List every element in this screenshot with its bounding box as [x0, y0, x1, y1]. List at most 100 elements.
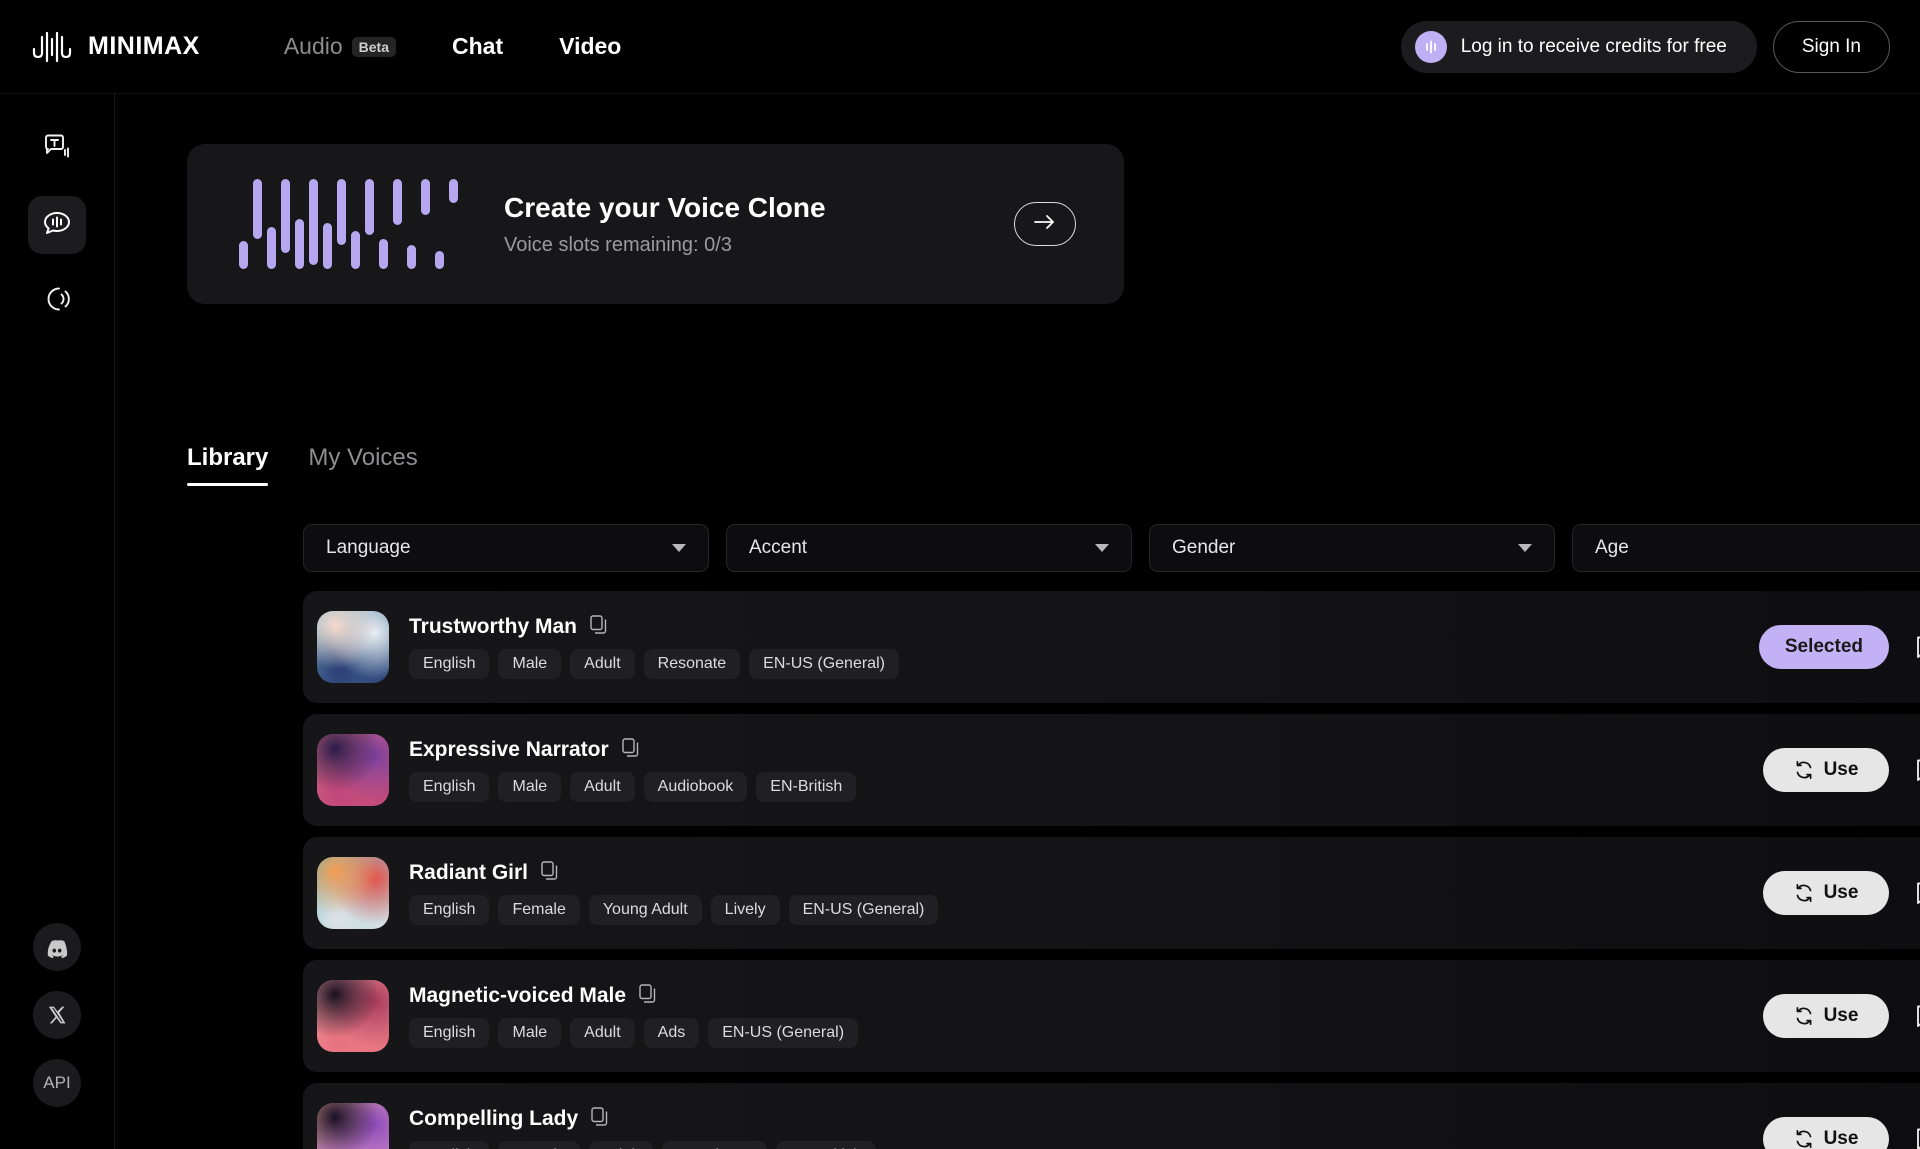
filter-age[interactable]: Age: [1572, 524, 1920, 572]
voice-chat-bubble-icon: [41, 207, 73, 244]
voice-use-button[interactable]: Use: [1763, 1117, 1889, 1149]
voice-row[interactable]: Radiant Girl English Female Young Adult Live…: [303, 837, 1920, 949]
bookmark-icon[interactable]: [1913, 1126, 1920, 1149]
brand-name: MINIMAX: [88, 32, 200, 60]
voice-use-button[interactable]: Use: [1763, 871, 1889, 915]
minimax-waveform-logo-icon: [30, 27, 74, 67]
waveform-bar: [365, 179, 374, 235]
bookmark-icon[interactable]: [1913, 1003, 1920, 1029]
voice-row[interactable]: Compelling Lady English Female Adult Broadca…: [303, 1083, 1920, 1149]
left-sidebar: API: [0, 94, 115, 1149]
brand-logo[interactable]: MINIMAX: [30, 27, 200, 67]
bookmark-icon[interactable]: [1913, 757, 1920, 783]
voice-clone-text: Create your Voice Clone Voice slots rema…: [504, 192, 1014, 257]
waveform-bar: [407, 245, 416, 269]
sidebar-item-text-to-speech[interactable]: [28, 120, 86, 178]
copy-icon[interactable]: [541, 861, 558, 885]
voice-tags: English Female Adult Broadcase EN-British: [409, 1141, 1763, 1149]
voice-clone-arrow-button[interactable]: [1014, 202, 1076, 246]
voice-name: Compelling Lady: [409, 1107, 579, 1130]
sidebar-social-links: API: [33, 923, 81, 1149]
voice-tag: Male: [498, 772, 562, 802]
beta-badge: Beta: [351, 36, 397, 57]
sidebar-item-voice-cloning[interactable]: [28, 272, 86, 330]
voice-row[interactable]: Trustworthy Man English Male Adult Resonate E…: [303, 591, 1920, 703]
copy-icon[interactable]: [621, 738, 639, 762]
bookmark-icon[interactable]: [1913, 880, 1920, 906]
voice-name-row: Expressive Narrator: [409, 738, 1763, 762]
voice-name-row: Radiant Girl: [409, 861, 1763, 885]
voice-clone-subtitle: Voice slots remaining: 0/3: [504, 233, 732, 256]
waveform-bar: [253, 179, 262, 239]
tab-my-voices-label: My Voices: [308, 444, 418, 471]
voice-name-row: Trustworthy Man: [409, 615, 1759, 639]
sidebar-item-voice-library[interactable]: [28, 196, 86, 254]
top-bar-actions: Log in to receive credits for free Sign …: [1400, 20, 1890, 73]
voice-clone-waveform-icon: [239, 179, 458, 269]
nav-item-chat[interactable]: Chat: [424, 25, 531, 68]
waveform-bar: [239, 241, 248, 269]
voice-tags: English Male Adult Resonate EN-US (General): [409, 649, 1759, 679]
voice-avatar: [317, 734, 389, 806]
bookmark-icon[interactable]: [1913, 634, 1920, 660]
voice-name-row: Magnetic-voiced Male: [409, 984, 1763, 1008]
api-icon[interactable]: API: [33, 1059, 81, 1107]
filter-gender[interactable]: Gender: [1149, 524, 1555, 572]
voice-tag: EN-US (General): [749, 649, 899, 679]
voice-tags: English Female Young Adult Lively EN-US (Gen…: [409, 895, 1763, 925]
nav-item-audio[interactable]: Audio Beta: [256, 25, 424, 68]
voice-details: Radiant Girl English Female Young Adult Live…: [409, 861, 1763, 925]
refresh-sync-icon: [1794, 883, 1814, 903]
login-credits-label: Log in to receive credits for free: [1460, 35, 1727, 57]
sign-in-label: Sign In: [1801, 35, 1861, 57]
discord-icon[interactable]: [33, 923, 81, 971]
voice-name: Trustworthy Man: [409, 615, 578, 638]
voice-avatar: [317, 980, 389, 1052]
nav-item-video-label: Video: [559, 33, 622, 59]
voice-tags: English Male Adult Ads EN-US (General): [409, 1018, 1763, 1048]
refresh-sync-icon: [1794, 1129, 1814, 1149]
voice-use-label: Use: [1823, 1005, 1859, 1026]
voice-tag: Resonate: [643, 649, 741, 679]
voice-clone-card[interactable]: Create your Voice Clone Voice slots rema…: [187, 144, 1124, 304]
voice-cloning-icon: [42, 284, 72, 319]
copy-icon[interactable]: [591, 1107, 608, 1131]
copy-icon[interactable]: [639, 984, 656, 1008]
voice-tag: Adult: [588, 1141, 654, 1149]
voice-details: Magnetic-voiced Male English Male Adult Ads E…: [409, 984, 1763, 1048]
x-twitter-icon[interactable]: [33, 991, 81, 1039]
voice-details: Compelling Lady English Female Adult Broadca…: [409, 1107, 1763, 1149]
filter-language[interactable]: Language: [303, 524, 709, 572]
sign-in-button[interactable]: Sign In: [1772, 20, 1890, 73]
voice-tag: Adult: [570, 649, 635, 679]
waveform-bar: [309, 179, 318, 265]
voice-use-label: Use: [1823, 1128, 1859, 1149]
refresh-sync-icon: [1794, 760, 1814, 780]
voice-tag: EN-US (General): [708, 1018, 859, 1048]
voice-tag: EN-British: [756, 772, 857, 802]
filter-accent[interactable]: Accent: [726, 524, 1132, 572]
waveform-bar: [295, 219, 304, 269]
library-tabs: Library My Voices: [187, 444, 418, 486]
voice-name-row: Compelling Lady: [409, 1107, 1763, 1131]
waveform-bar: [337, 179, 346, 245]
filter-language-label: Language: [326, 537, 411, 558]
voice-selected-button[interactable]: Selected: [1758, 625, 1889, 669]
voice-row[interactable]: Magnetic-voiced Male English Male Adult Ads E…: [303, 960, 1920, 1072]
filter-bar: Language Accent Gender Age: [303, 524, 1920, 572]
waveform-bar: [435, 251, 444, 269]
api-label: API: [43, 1073, 71, 1092]
voice-actions: Selected: [1758, 625, 1920, 669]
voice-tag: Audiobook: [643, 772, 748, 802]
voice-tag: Lively: [710, 895, 780, 925]
tab-my-voices[interactable]: My Voices: [308, 444, 417, 486]
voice-tag: English: [409, 895, 490, 925]
copy-icon[interactable]: [590, 615, 607, 639]
voice-row[interactable]: Expressive Narrator English Male Adult Audio…: [303, 714, 1920, 826]
nav-item-video[interactable]: Video: [531, 25, 649, 68]
tab-library[interactable]: Library: [187, 444, 269, 486]
voice-actions: Use: [1763, 748, 1920, 792]
login-credits-button[interactable]: Log in to receive credits for free: [1400, 20, 1757, 73]
voice-use-button[interactable]: Use: [1763, 994, 1889, 1038]
voice-use-button[interactable]: Use: [1763, 748, 1889, 792]
